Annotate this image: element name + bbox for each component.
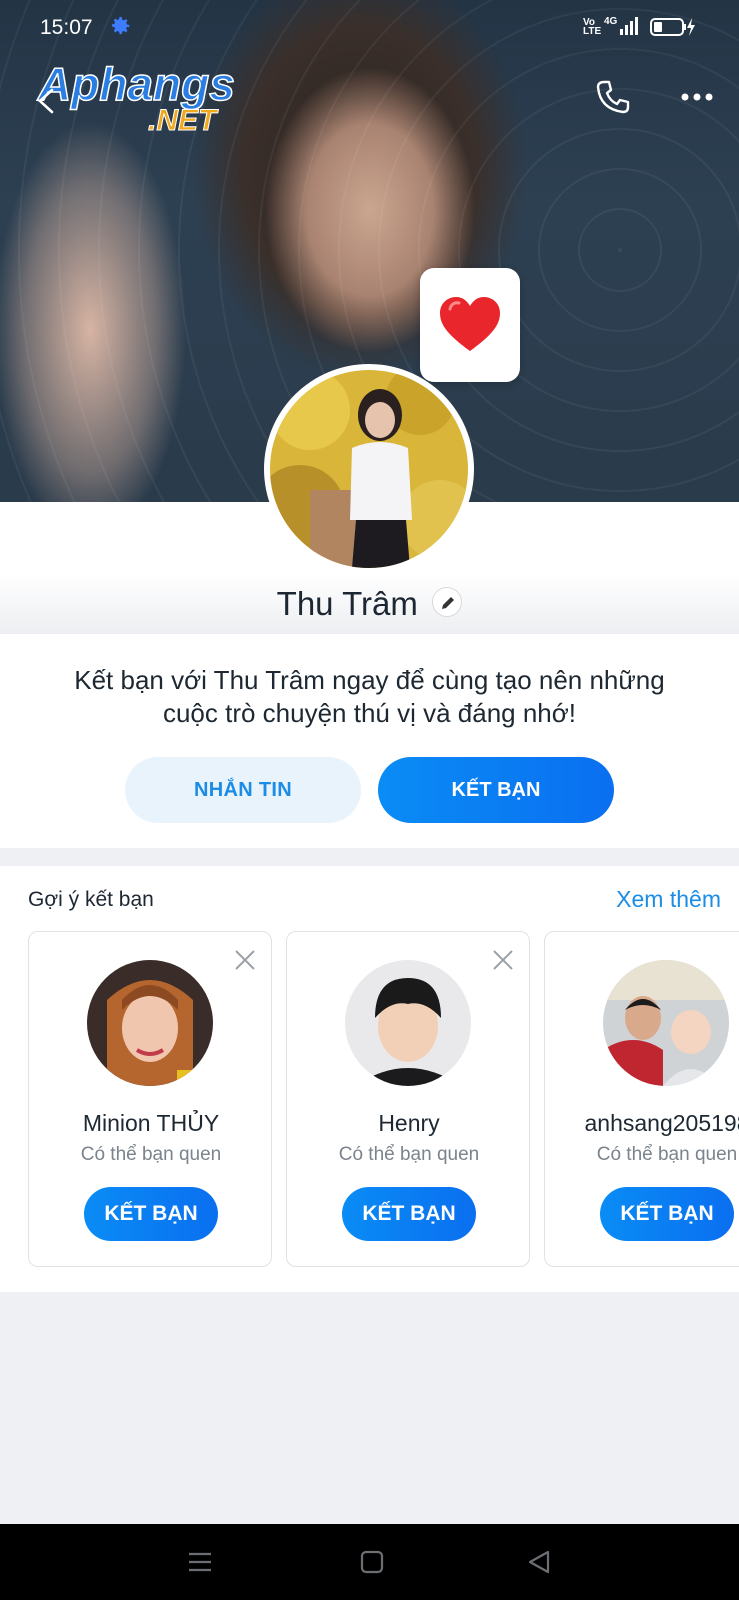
suggestion-name: Henry (378, 1110, 440, 1136)
suggestion-subtitle: Có thể bạn quen (596, 1144, 738, 1165)
profile-name-row: Thu Trâm (0, 585, 739, 623)
phone-icon[interactable] (592, 76, 634, 118)
suggestion-name: anhsang205198 (584, 1110, 739, 1136)
svg-text:Aphangs: Aphangs (37, 58, 235, 110)
suggestions-title: Gợi ý kết bạn (28, 888, 154, 911)
network-type-label: 4G (604, 16, 618, 27)
watermark-logo: Aphangs .NET (36, 58, 235, 138)
battery-icon (650, 18, 695, 36)
suggestion-avatar (87, 960, 213, 1086)
suggestion-card[interactable]: Minion THỦY Có thể bạn quen KẾT BẠN (28, 931, 272, 1267)
intro-card: Kết bạn với Thu Trâm ngay để cùng tạo nê… (0, 634, 739, 848)
close-icon[interactable] (233, 948, 257, 972)
edit-name-button[interactable] (432, 587, 463, 617)
pencil-icon (442, 597, 455, 609)
profile-avatar (270, 370, 468, 568)
suggestion-name: Minion THỦY (82, 1110, 220, 1136)
see-more-link[interactable]: Xem thêm (616, 886, 721, 913)
menu-icon[interactable] (186, 1548, 214, 1576)
system-nav-bar (0, 1524, 739, 1600)
svg-text:.NET: .NET (148, 104, 219, 137)
suggestion-subtitle: Có thể bạn quen (80, 1144, 222, 1165)
suggestion-add-button[interactable]: KẾT BẠN (342, 1187, 476, 1241)
add-friend-button[interactable]: KẾT BẠN (378, 757, 614, 823)
more-dots-icon[interactable] (676, 78, 718, 116)
friend-suggestions: Gợi ý kết bạn Xem thêm Minion THỦY Có th… (0, 866, 739, 1292)
suggestion-card[interactable]: anhsang205198 Có thể bạn quen KẾT BẠN (544, 931, 739, 1267)
home-square-icon[interactable] (358, 1548, 386, 1576)
intro-text: Kết bạn với Thu Trâm ngay để cùng tạo nê… (74, 665, 665, 728)
back-triangle-icon[interactable] (525, 1548, 553, 1576)
reaction-card[interactable] (420, 268, 520, 382)
suggestion-avatar (345, 960, 471, 1086)
volte-label-bottom: LTE (583, 26, 602, 37)
status-time: 15:07 (40, 16, 93, 39)
network-badge: Vo LTE (583, 18, 602, 37)
heart-icon (440, 297, 500, 351)
profile-name: Thu Trâm (276, 585, 418, 622)
signal-icon: 4G (604, 16, 638, 35)
profile-avatar-frame[interactable] (264, 364, 474, 574)
suggestion-add-button[interactable]: KẾT BẠN (84, 1187, 218, 1241)
back-arrow-icon[interactable] (32, 86, 62, 116)
suggestion-card[interactable]: Henry Có thể bạn quen KẾT BẠN (286, 931, 530, 1267)
message-button[interactable]: NHẮN TIN (125, 757, 361, 823)
settings-gear-icon (112, 16, 130, 35)
status-bar: 15:07 Vo LTE 4G (0, 0, 739, 56)
suggestion-avatar (603, 960, 729, 1086)
suggestion-subtitle: Có thể bạn quen (338, 1144, 480, 1165)
suggestion-add-button[interactable]: KẾT BẠN (600, 1187, 734, 1241)
close-icon[interactable] (491, 948, 515, 972)
